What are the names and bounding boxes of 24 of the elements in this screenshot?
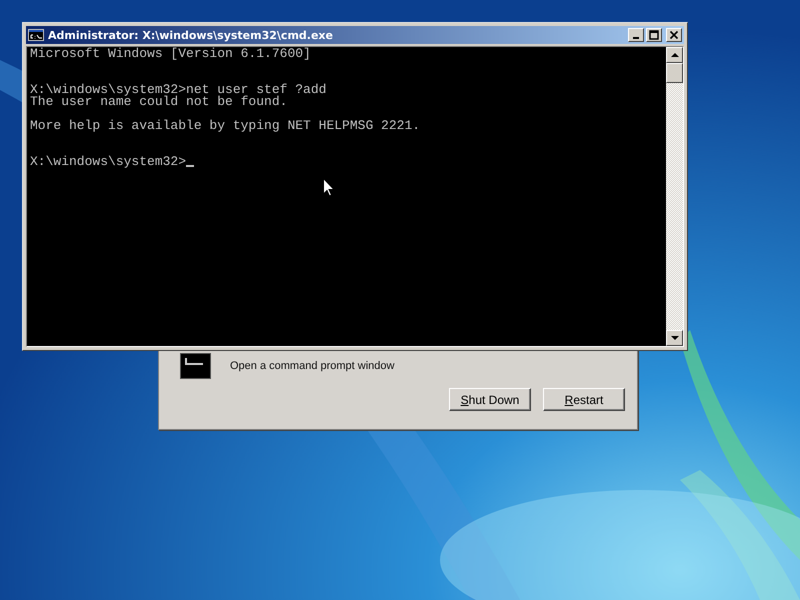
console-line: More help is available by typing NET HELPMSG 2221. [30, 120, 420, 132]
console-icon [28, 29, 44, 41]
window-title: Administrator: X:\windows\system32\cmd.exe [48, 28, 334, 42]
minimize-button[interactable] [628, 28, 644, 42]
close-icon [669, 30, 679, 40]
dialog-button[interactable]: Restart [543, 388, 625, 411]
description-text: Open a command prompt window [230, 360, 394, 372]
console-line: X:\windows\system32> [30, 156, 186, 168]
scroll-down-button[interactable] [666, 330, 683, 346]
close-button[interactable] [666, 28, 682, 42]
console-line: X:\windows\system32>net user stef ?add [30, 84, 326, 96]
scrollbar[interactable] [666, 47, 683, 346]
maximize-button[interactable] [646, 28, 662, 42]
dialog-button[interactable]: Shut Down [449, 388, 531, 411]
scroll-thumb[interactable] [666, 63, 683, 83]
console-line: Microsoft Windows [Version 6.1.7600] [30, 48, 311, 60]
scroll-up-button[interactable] [666, 47, 683, 63]
up-arrow-icon [670, 53, 678, 57]
mouse-pointer-icon [323, 178, 335, 197]
minimize-icon [633, 37, 639, 39]
console-line: The user name could not be found. [30, 96, 288, 108]
maximize-icon [649, 30, 659, 40]
down-arrow-icon [670, 336, 678, 340]
command-prompt-icon [180, 353, 211, 379]
